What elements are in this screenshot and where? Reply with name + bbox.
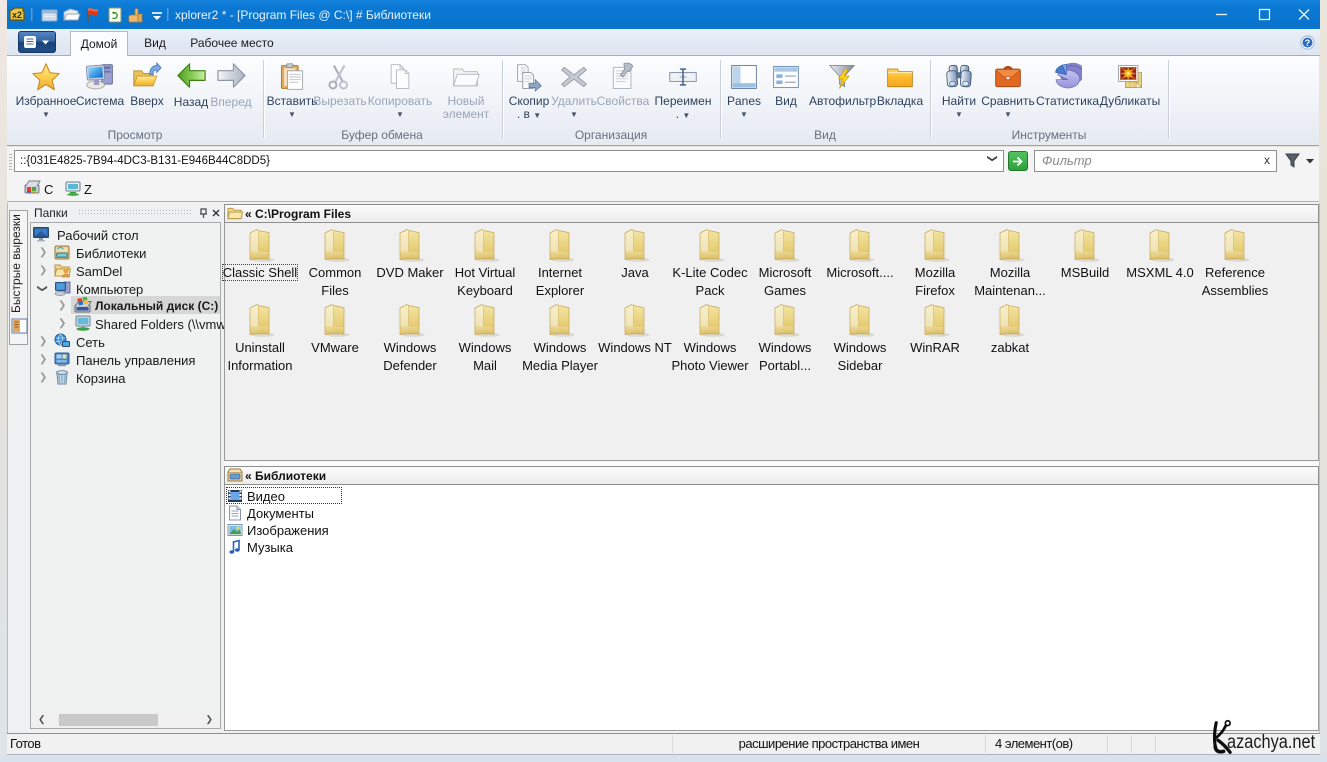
svg-text:?: ? (1305, 38, 1311, 48)
svg-text:x2: x2 (12, 10, 22, 20)
